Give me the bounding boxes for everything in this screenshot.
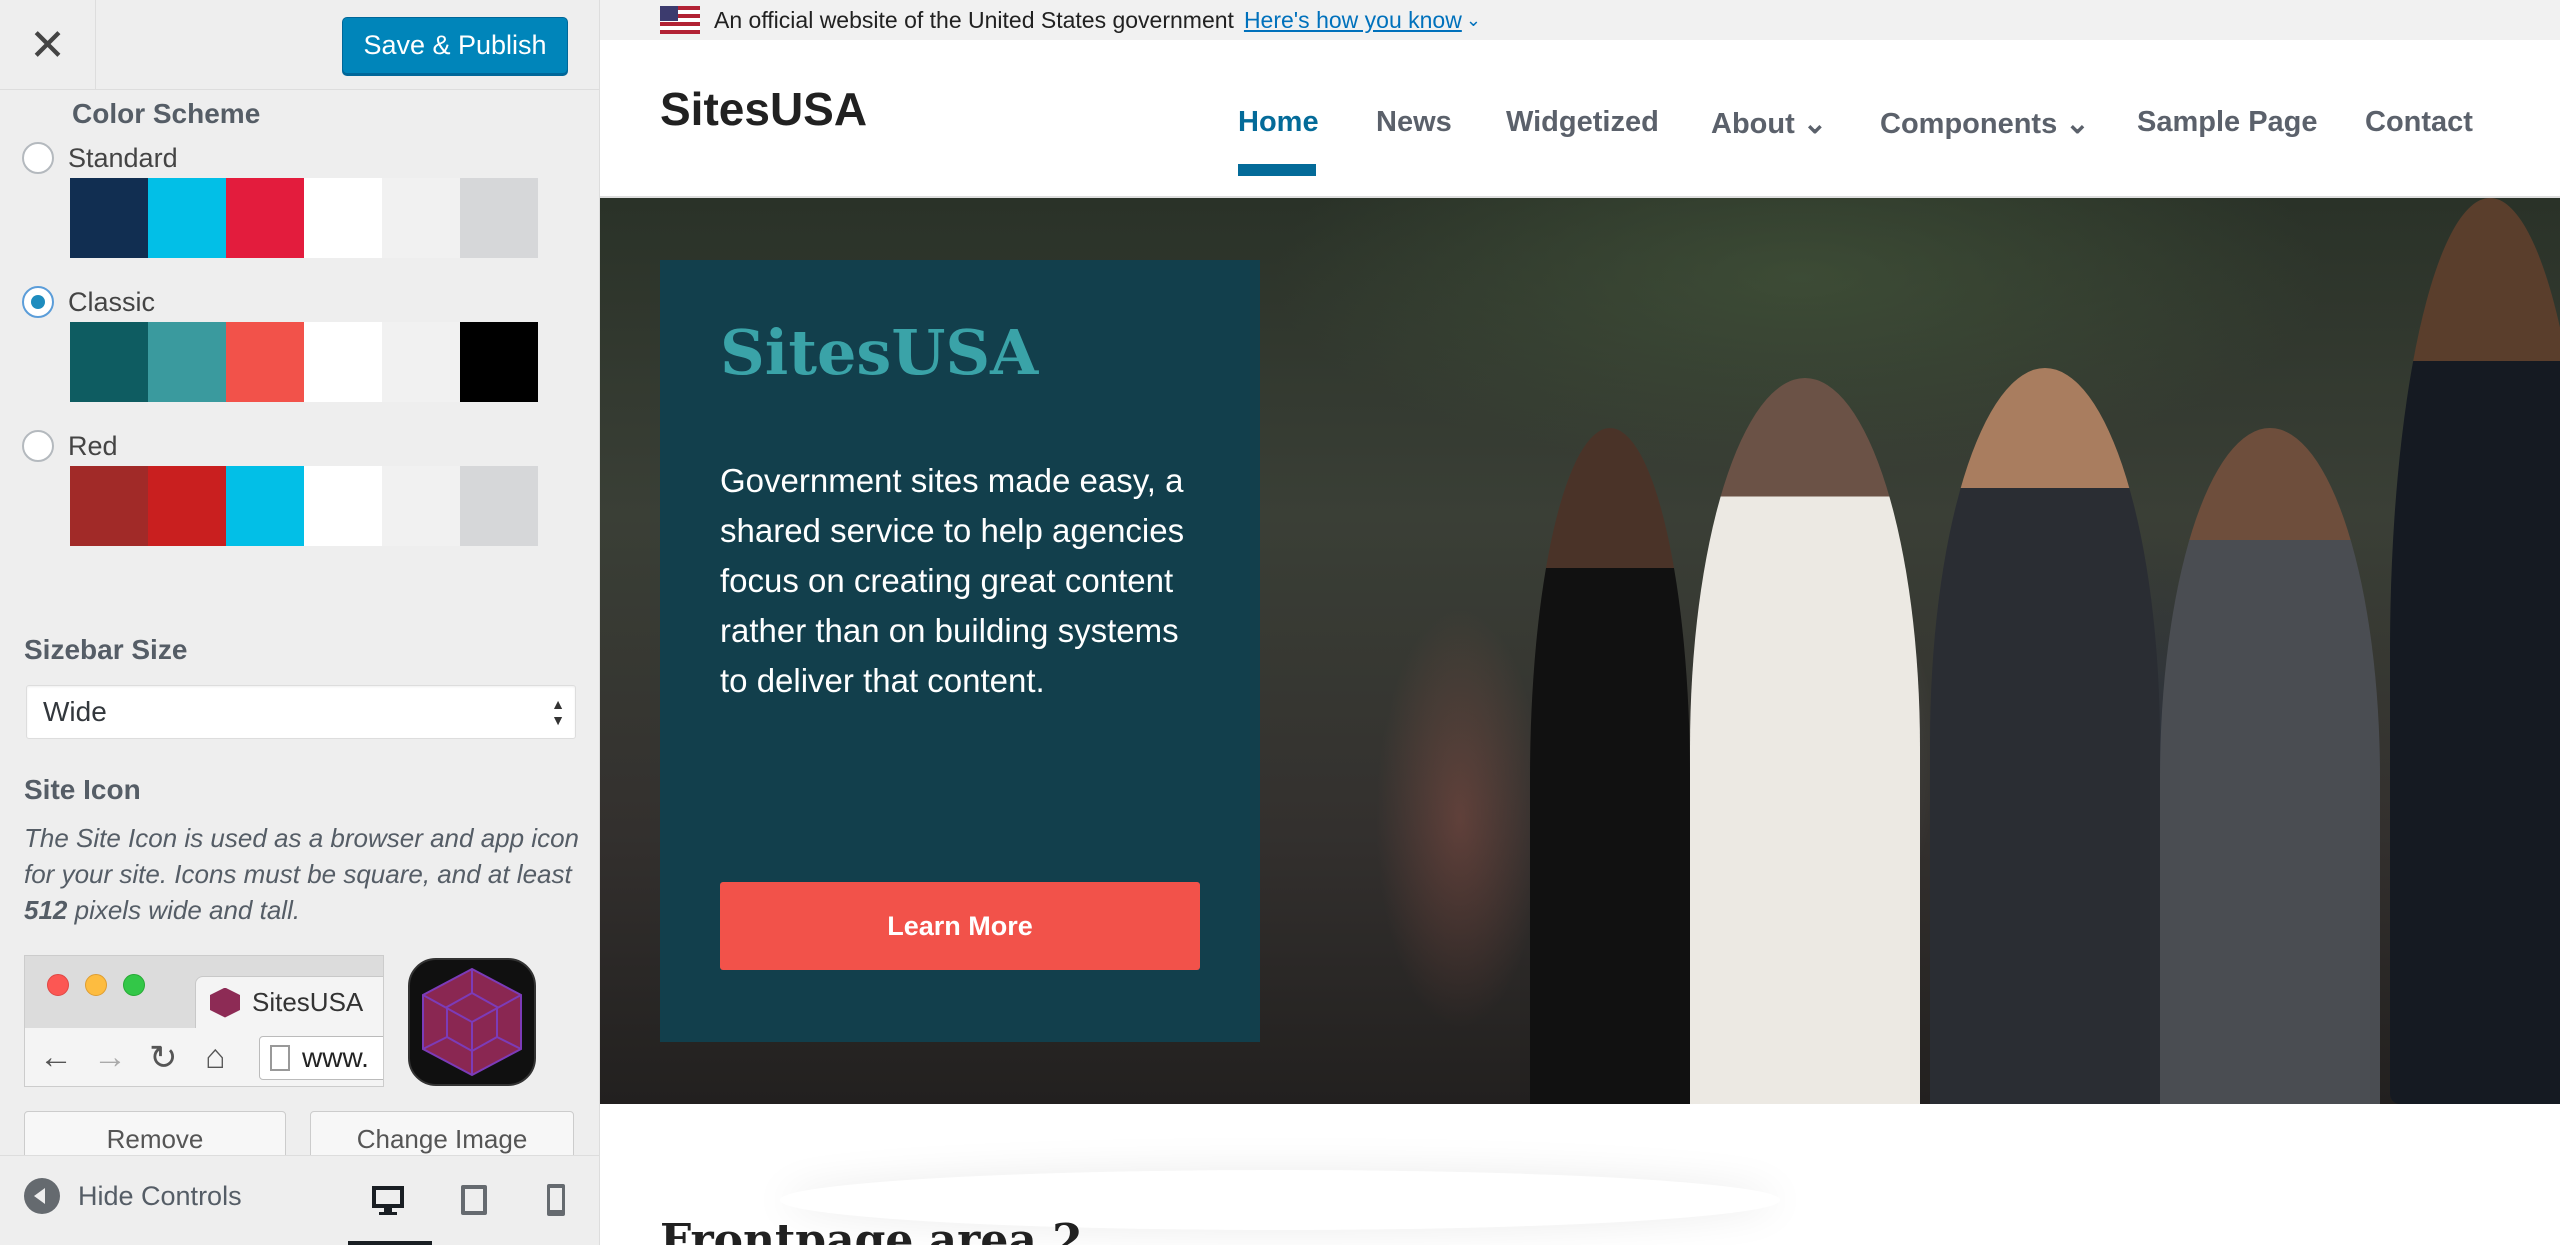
scheme-option-classic[interactable]: Classic <box>22 282 155 322</box>
sizebar-size-title: Sizebar Size <box>24 634 188 665</box>
tab-title: SitesUSA <box>252 987 364 1017</box>
nav-components[interactable]: Components ⌄ <box>1880 106 2090 141</box>
home-icon: ⌂ <box>205 1038 226 1076</box>
browser-nav-bar: ← → ↻ ⌂ www. <box>25 1028 383 1086</box>
scheme-label: Classic <box>68 286 156 317</box>
learn-more-button[interactable]: Learn More <box>720 882 1200 970</box>
site-header: SitesUSA Home News Widgetized About ⌄ Co… <box>600 40 2560 198</box>
swatch <box>226 178 304 258</box>
swatch <box>304 466 382 546</box>
hero-photo-figure <box>1930 368 2160 1104</box>
hero-text: Government sites made easy, a shared ser… <box>720 462 1185 699</box>
hero-photo-figure <box>1360 418 1510 1104</box>
scheme-option-red[interactable]: Red <box>22 426 118 466</box>
swatch <box>70 322 148 402</box>
radio-classic[interactable] <box>22 286 54 318</box>
hero-banner: SitesUSA Government sites made easy, a s… <box>600 198 2560 1104</box>
us-flag-icon <box>660 6 700 34</box>
swatch <box>226 322 304 402</box>
hero-photo-figure <box>2390 198 2560 1104</box>
nav-widgetized[interactable]: Widgetized <box>1506 106 1659 139</box>
swatch <box>382 466 460 546</box>
color-scheme-title: Color Scheme <box>72 98 261 129</box>
swatch <box>382 322 460 402</box>
active-device-indicator <box>348 1241 432 1245</box>
sizebar-select-value: Wide <box>43 696 107 727</box>
swatch <box>148 466 226 546</box>
reload-icon: ↻ <box>149 1039 178 1077</box>
frontpage-area-heading: Frontpage area 2 <box>660 1215 1083 1245</box>
swatches-standard[interactable] <box>70 178 540 258</box>
site-icon-title: Site Icon <box>24 774 141 805</box>
swatch <box>148 322 226 402</box>
hide-controls-icon <box>24 1178 60 1214</box>
url-text: www. <box>302 1042 369 1073</box>
scheme-option-standard[interactable]: Standard <box>22 138 178 178</box>
site-icon-description: The Site Icon is used as a browser and a… <box>24 823 579 925</box>
select-arrows-icon: ▲ ▼ <box>551 696 565 728</box>
nav-contact[interactable]: Contact <box>2365 106 2473 139</box>
scheme-label: Red <box>68 430 118 461</box>
hero-photo-figure <box>1690 378 1920 1104</box>
nav-home[interactable]: Home <box>1238 106 1319 139</box>
forward-arrow-icon: → <box>93 1038 127 1076</box>
customizer-footer: Hide Controls <box>0 1155 599 1245</box>
url-box: www. <box>259 1036 383 1080</box>
browser-icon-preview: SitesUSA ← → ↻ ⌂ www. <box>24 955 384 1087</box>
radio-standard[interactable] <box>22 142 54 174</box>
tablet-icon[interactable] <box>456 1182 492 1218</box>
hero-photo-figure <box>1530 428 1690 1104</box>
swatch <box>460 466 538 546</box>
swatch <box>70 466 148 546</box>
radio-red[interactable] <box>22 430 54 462</box>
app-icon-preview <box>408 958 536 1086</box>
mobile-icon[interactable] <box>538 1182 574 1218</box>
swatch <box>304 322 382 402</box>
hero-photo-figure <box>2160 428 2380 1104</box>
site-preview: An official website of the United States… <box>600 0 2560 1245</box>
site-logo[interactable]: SitesUSA <box>660 82 867 136</box>
swatches-red[interactable] <box>70 466 540 546</box>
hero-title: SitesUSA <box>720 316 1039 389</box>
active-nav-indicator <box>1238 164 1316 176</box>
swatch <box>460 178 538 258</box>
hide-controls-label: Hide Controls <box>78 1180 242 1211</box>
close-dot-icon <box>47 974 69 996</box>
gov-banner: An official website of the United States… <box>600 0 2560 40</box>
save-publish-button[interactable]: Save & Publish <box>342 17 568 74</box>
nav-news[interactable]: News <box>1376 106 1452 139</box>
close-icon[interactable]: ✕ <box>0 0 96 90</box>
nav-sample-page[interactable]: Sample Page <box>2137 106 2318 139</box>
customizer-header: ✕ Save & Publish <box>0 0 599 90</box>
document-icon <box>270 1045 290 1071</box>
swatch <box>148 178 226 258</box>
browser-tab-preview: SitesUSA <box>195 976 383 1028</box>
back-arrow-icon: ← <box>39 1038 73 1076</box>
swatch <box>304 178 382 258</box>
swatch <box>460 322 538 402</box>
hero-card: SitesUSA Government sites made easy, a s… <box>660 260 1260 1042</box>
swatches-classic[interactable] <box>70 322 540 402</box>
nav-about[interactable]: About ⌄ <box>1711 106 1827 141</box>
customizer-sidebar: ✕ Save & Publish Color Scheme Standard C… <box>0 0 600 1245</box>
cube-logo-icon <box>422 967 522 1077</box>
chevron-down-icon[interactable]: ⌄ <box>1466 10 1481 31</box>
sizebar-size-select[interactable]: Wide ▲ ▼ <box>26 685 576 739</box>
desktop-icon[interactable] <box>370 1182 406 1218</box>
hide-controls-button[interactable]: Hide Controls <box>24 1178 242 1214</box>
swatch <box>382 178 460 258</box>
gov-banner-text: An official website of the United States… <box>714 6 1234 33</box>
swatch <box>226 466 304 546</box>
site-favicon-icon <box>210 987 240 1018</box>
scheme-label: Standard <box>68 142 178 173</box>
maximize-dot-icon <box>123 974 145 996</box>
gov-banner-link[interactable]: Here's how you know <box>1244 7 1462 34</box>
minimize-dot-icon <box>85 974 107 996</box>
swatch <box>70 178 148 258</box>
